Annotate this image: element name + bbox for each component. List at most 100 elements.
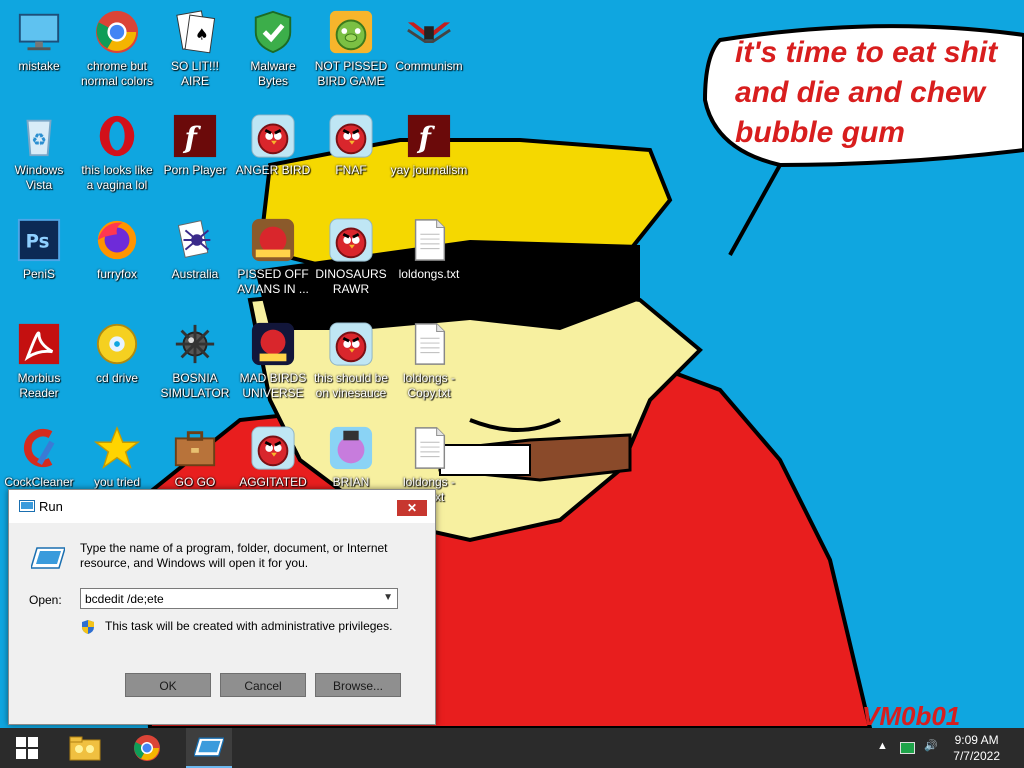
run-titlebar[interactable]: Run ✕ xyxy=(9,490,435,523)
desktop-icon[interactable]: f yay journalism xyxy=(390,112,468,178)
desktop-icon[interactable]: MAD BIRDS UNIVERSE xyxy=(234,320,312,401)
desktop-icon[interactable]: AGGITATED xyxy=(234,424,312,490)
open-input[interactable] xyxy=(81,589,379,608)
desktop-icon-label: BOSNIA SIMULATOR xyxy=(160,371,230,400)
desktop-icon[interactable]: Communism xyxy=(390,8,468,74)
ccleaner-icon xyxy=(15,424,63,472)
briefcase-icon xyxy=(171,424,219,472)
desktop-icon-label: FNAF xyxy=(335,163,367,177)
firefox-icon xyxy=(93,216,141,264)
desktop-icon[interactable]: mistake xyxy=(0,8,78,74)
desktop-icon-label: PeniS xyxy=(22,267,56,281)
chevron-down-icon[interactable]: ▼ xyxy=(383,592,393,603)
spider-solitaire-icon xyxy=(171,216,219,264)
desktop-icon-label: MAD BIRDS UNIVERSE xyxy=(239,371,307,400)
desktop-icon[interactable]: PISSED OFF AVIANS IN ... xyxy=(234,216,312,297)
shield-check-icon xyxy=(249,8,297,56)
flash-icon: f xyxy=(405,112,453,160)
angry-birds-seasons-icon xyxy=(249,216,297,264)
desktop-icon[interactable]: f Porn Player xyxy=(156,112,234,178)
folder-icon xyxy=(69,736,101,761)
desktop-icon[interactable]: loldongs - Copy.txt xyxy=(390,320,468,401)
desktop-icon[interactable]: ♻ Windows Vista xyxy=(0,112,78,193)
artist-signature: VM0b01 xyxy=(862,701,960,728)
desktop-icon-label: CockCleaner xyxy=(4,475,74,489)
cancel-button[interactable]: Cancel xyxy=(220,673,306,697)
taskbar-chrome[interactable] xyxy=(124,728,170,768)
desktop-icon[interactable]: BOSNIA SIMULATOR xyxy=(156,320,234,401)
volume-icon[interactable]: 🔊 xyxy=(924,739,938,752)
desktop-icon-label: Porn Player xyxy=(163,163,227,177)
angry-bird-icon xyxy=(249,424,297,472)
clock[interactable]: 9:09 AM 7/7/2022 xyxy=(953,732,1000,764)
desktop-icon[interactable]: FNAF xyxy=(312,112,390,178)
desktop-icon[interactable]: BRIAN xyxy=(312,424,390,490)
tray-overflow-icon[interactable]: ▲ xyxy=(877,740,888,752)
admin-privileges-note: This task will be created with administr… xyxy=(105,619,393,633)
acrobat-icon xyxy=(15,320,63,368)
taskbar-file-explorer[interactable] xyxy=(62,728,108,768)
desktop-icon-label: chrome but normal colors xyxy=(80,59,154,88)
desktop-icon[interactable]: this looks like a vagina lol xyxy=(78,112,156,193)
desktop-icon[interactable]: NOT PISSED BIRD GAME xyxy=(312,8,390,89)
desktop-icon-label: mistake xyxy=(18,59,60,73)
run-program-icon xyxy=(31,547,65,569)
speech-line-2: and die and chew xyxy=(735,76,987,109)
run-title: Run xyxy=(39,499,63,514)
desktop-icon[interactable]: Australia xyxy=(156,216,234,282)
star-icon xyxy=(93,424,141,472)
photoshop-icon: Ps xyxy=(15,216,63,264)
desktop-icon[interactable]: Morbius Reader xyxy=(0,320,78,401)
open-label: Open: xyxy=(29,593,62,607)
clock-time: 9:09 AM xyxy=(954,733,999,747)
run-app-icon xyxy=(19,500,35,512)
solitaire-icon: ♠ xyxy=(171,8,219,56)
desktop-icon[interactable]: this should be on vinesauce xyxy=(312,320,390,401)
desktop-icon-label: loldongs.txt xyxy=(398,267,460,281)
angry-birds-rio-icon xyxy=(327,424,375,472)
flash-icon: f xyxy=(171,112,219,160)
angry-bird-icon xyxy=(327,112,375,160)
battery-icon[interactable] xyxy=(900,742,916,754)
desktop-icon-label: AGGITATED xyxy=(239,475,307,489)
desktop-icon[interactable]: CockCleaner xyxy=(0,424,78,490)
desktop-icon-label: yay journalism xyxy=(390,163,468,177)
desktop-icon[interactable]: ANGER BIRD xyxy=(234,112,312,178)
angry-bird-icon xyxy=(249,112,297,160)
ok-button[interactable]: OK xyxy=(125,673,211,697)
desktop-icon[interactable]: loldongs.txt xyxy=(390,216,468,282)
svg-text:Ps: Ps xyxy=(26,232,50,253)
desktop-icon[interactable]: cd drive xyxy=(78,320,156,386)
desktop-icon[interactable]: GO GO xyxy=(156,424,234,490)
desktop-icon-label: Windows Vista xyxy=(14,163,64,192)
open-combobox[interactable]: ▼ xyxy=(80,588,398,609)
monitor-icon xyxy=(15,8,63,56)
close-button[interactable]: ✕ xyxy=(397,500,427,516)
taskbar-run[interactable] xyxy=(186,728,232,768)
desktop-icon-label: DINOSAURS RAWR xyxy=(315,267,387,296)
desktop-icon-label: furryfox xyxy=(96,267,137,281)
desktop-icon[interactable]: ♠ SO LIT!!! AIRE xyxy=(156,8,234,89)
desktop-icon-label: cd drive xyxy=(95,371,139,385)
angry-bird-icon xyxy=(327,320,375,368)
desktop-icon[interactable]: Malware Bytes xyxy=(234,8,312,89)
mine-icon xyxy=(171,320,219,368)
run-dialog: Run ✕ Type the name of a program, folder… xyxy=(8,489,436,725)
browse-button[interactable]: Browse... xyxy=(315,673,401,697)
desktop-icon[interactable]: Ps PeniS xyxy=(0,216,78,282)
desktop-icon[interactable]: you tried xyxy=(78,424,156,490)
desktop-icon[interactable]: chrome but normal colors xyxy=(78,8,156,89)
text-file-icon xyxy=(405,216,453,264)
desktop: it's time to eat shit and die and chew b… xyxy=(0,0,1024,728)
opera-icon xyxy=(93,112,141,160)
green-pig-icon xyxy=(327,8,375,56)
start-button[interactable] xyxy=(4,728,50,768)
run-program-icon xyxy=(194,737,224,757)
emblem-icon xyxy=(405,8,453,56)
desktop-icon[interactable]: furryfox xyxy=(78,216,156,282)
desktop-icon-label: GO GO xyxy=(174,475,216,489)
desktop-icon-label: PISSED OFF AVIANS IN ... xyxy=(237,267,309,296)
desktop-icon[interactable]: DINOSAURS RAWR xyxy=(312,216,390,297)
taskbar: ▲ 🔊 9:09 AM 7/7/2022 xyxy=(0,728,1024,768)
desktop-icon-label: this should be on vinesauce xyxy=(313,371,389,400)
